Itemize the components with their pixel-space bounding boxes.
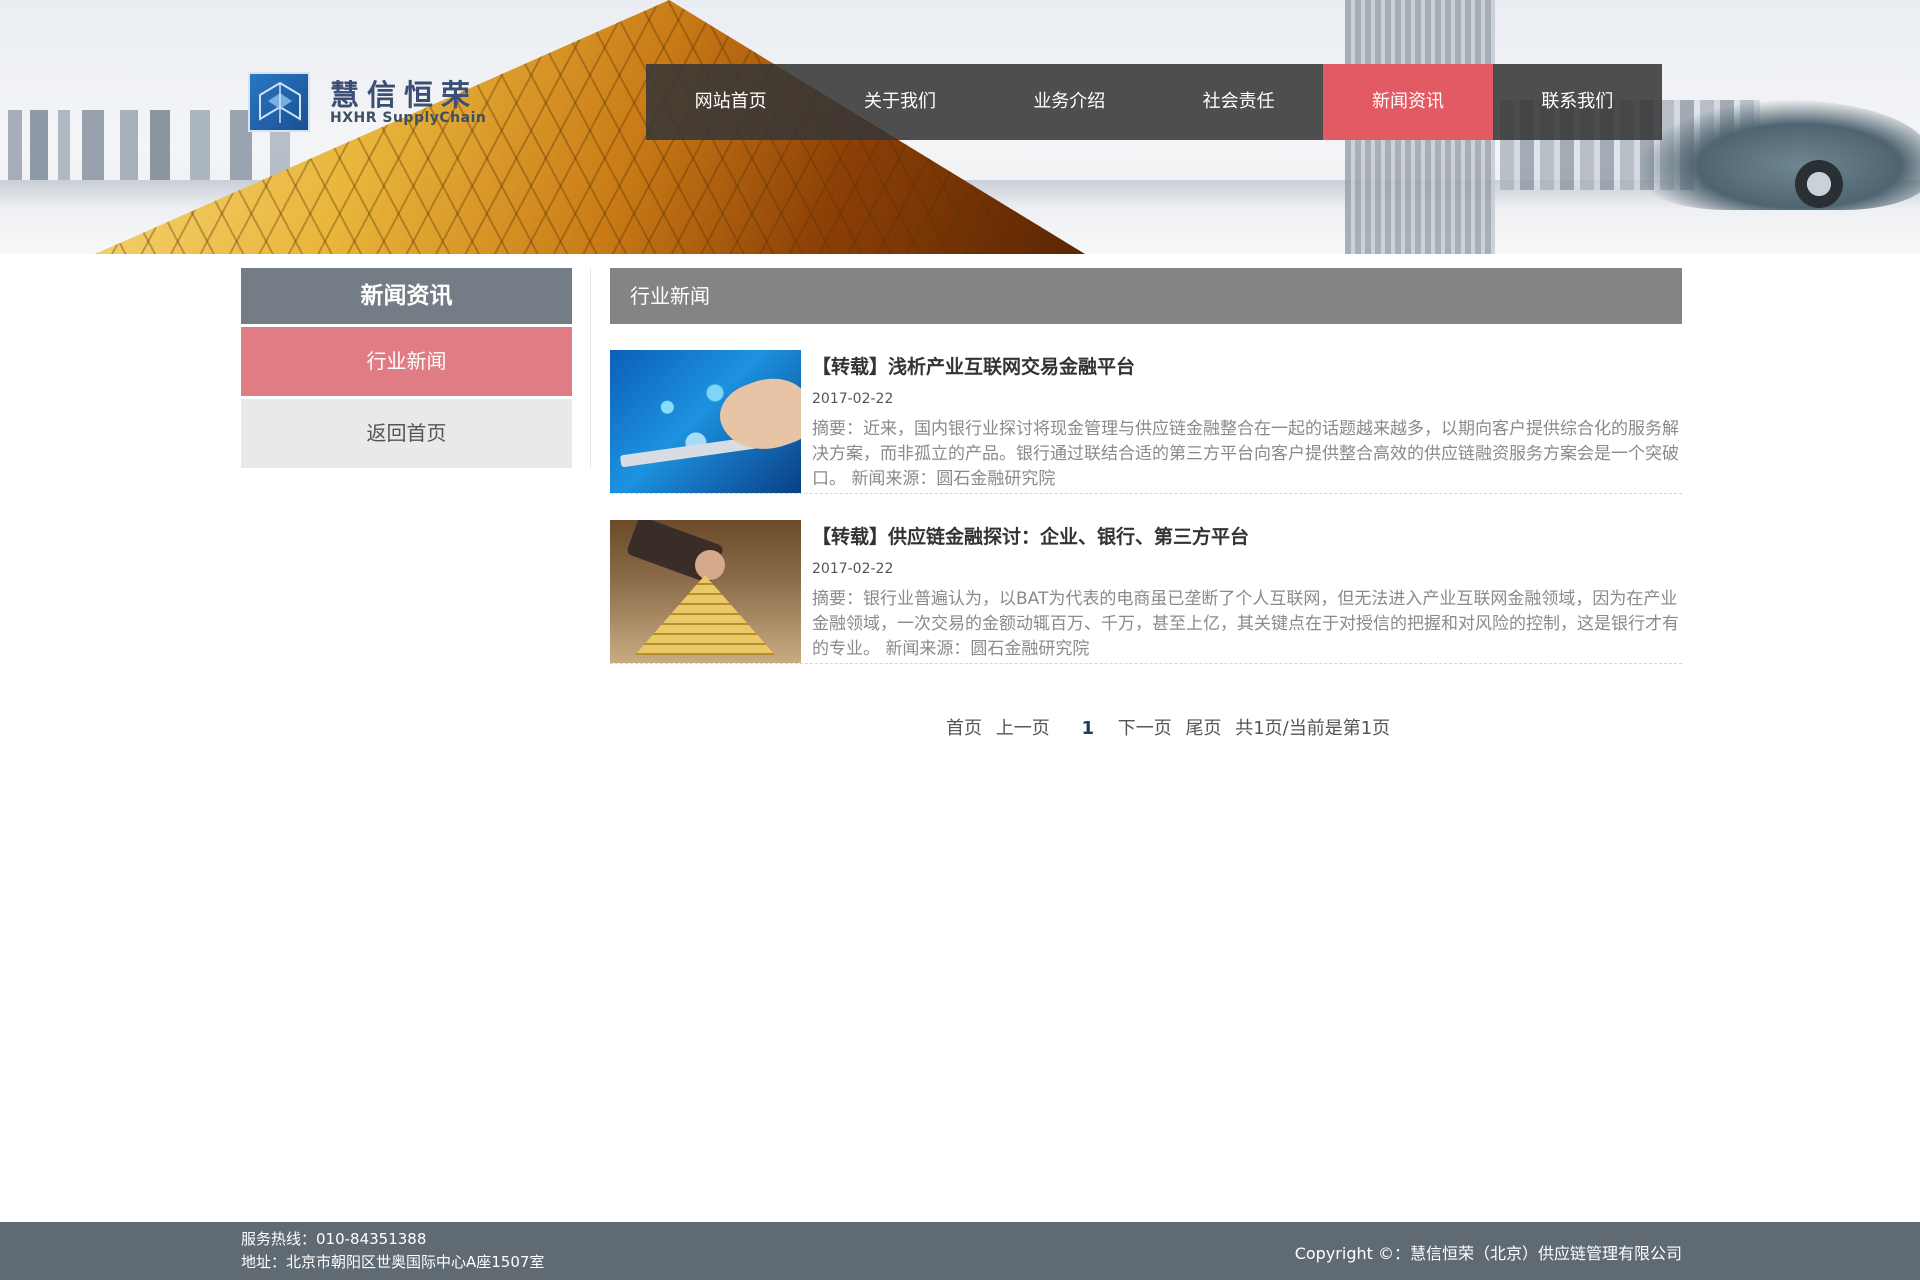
nav-item-home[interactable]: 网站首页: [646, 64, 815, 140]
footer-copyright: Copyright ©：慧信恒荣（北京）供应链管理有限公司: [1294, 1244, 1682, 1263]
gold-pyramid-shape: [635, 575, 775, 655]
fingers-shape: [695, 550, 725, 580]
pagination: 首页 上一页 1 下一页 尾页 共1页/当前是第1页: [946, 714, 1398, 740]
pager-last[interactable]: 尾页: [1185, 718, 1221, 739]
footer-contact: 服务热线：010-84351388 地址：北京市朝阳区世奥国际中心A座1507室: [241, 1228, 544, 1274]
news-item: 【转载】浅析产业互联网交易金融平台 2017-02-22 摘要：近来，国内银行业…: [610, 324, 1682, 494]
pager-next[interactable]: 下一页: [1118, 718, 1172, 739]
car-wheel: [1795, 160, 1843, 208]
news-item: 【转载】供应链金融探讨：企业、银行、第三方平台 2017-02-22 摘要：银行…: [610, 494, 1682, 664]
sidebar-title: 新闻资讯: [241, 268, 572, 324]
pager-info: 共1页/当前是第1页: [1235, 718, 1391, 739]
news-body: 【转载】供应链金融探讨：企业、银行、第三方平台 2017-02-22 摘要：银行…: [812, 520, 1682, 662]
logo-icon: [248, 72, 310, 132]
nav-item-news[interactable]: 新闻资讯: [1323, 64, 1493, 140]
footer-hotline: 服务热线：010-84351388: [241, 1230, 427, 1248]
nav-item-about[interactable]: 关于我们: [815, 64, 984, 140]
sidebar-item-industry-news[interactable]: 行业新闻: [241, 327, 572, 396]
pager-first[interactable]: 首页: [946, 718, 982, 739]
logo-name-en: HXHR SupplyChain: [330, 110, 487, 126]
footer: 服务热线：010-84351388 地址：北京市朝阳区世奥国际中心A座1507室…: [0, 1222, 1920, 1280]
sidebar-item-back-home[interactable]: 返回首页: [241, 399, 572, 468]
logo-name-cn: 慧信恒荣: [330, 78, 479, 112]
footer-address: 地址：北京市朝阳区世奥国际中心A座1507室: [241, 1253, 545, 1271]
news-thumbnail-tablet[interactable]: [610, 350, 801, 493]
sidebar-divider: [590, 268, 591, 468]
nav-item-responsibility[interactable]: 社会责任: [1154, 64, 1323, 140]
pager-prev[interactable]: 上一页: [996, 718, 1050, 739]
nav-item-contact[interactable]: 联系我们: [1493, 64, 1662, 140]
news-summary: 摘要：近来，国内银行业探讨将现金管理与供应链金融整合在一起的话题越来越多，以期向…: [812, 419, 1679, 489]
nav-item-business[interactable]: 业务介绍: [985, 64, 1154, 140]
news-summary: 摘要：银行业普遍认为，以BAT为代表的电商虽已垄断了个人互联网，但无法进入产业互…: [812, 589, 1679, 659]
section-title: 行业新闻: [610, 268, 1682, 324]
news-date: 2017-02-22: [812, 561, 894, 577]
news-title[interactable]: 【转载】浅析产业互联网交易金融平台: [812, 352, 1682, 379]
sidebar: 新闻资讯 行业新闻 返回首页: [241, 268, 572, 468]
news-body: 【转载】浅析产业互联网交易金融平台 2017-02-22 摘要：近来，国内银行业…: [812, 350, 1682, 492]
main-content: 行业新闻 【转载】浅析产业互联网交易金融平台 2017-02-22 摘要：近来，…: [610, 268, 1682, 664]
pager-current[interactable]: 1: [1081, 718, 1094, 739]
news-title[interactable]: 【转载】供应链金融探讨：企业、银行、第三方平台: [812, 522, 1682, 549]
banner-car: [1640, 100, 1920, 210]
news-date: 2017-02-22: [812, 391, 894, 407]
news-thumbnail-gold-pyramid[interactable]: [610, 520, 801, 663]
main-nav: 网站首页 关于我们 业务介绍 社会责任 新闻资讯 联系我们: [646, 64, 1662, 140]
